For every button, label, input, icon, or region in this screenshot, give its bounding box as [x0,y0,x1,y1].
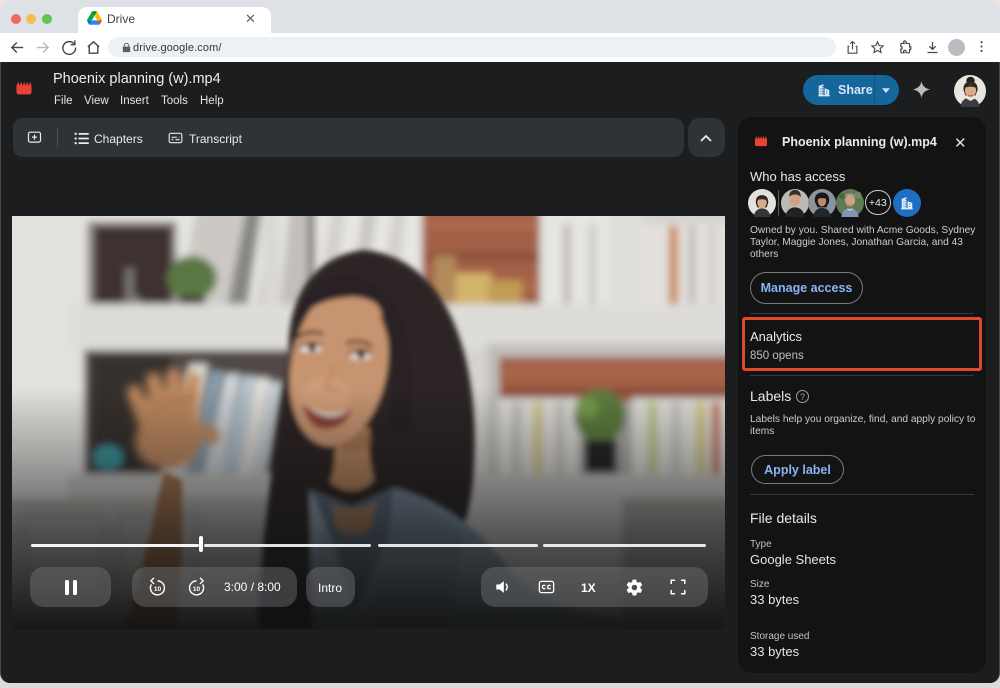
svg-text:10: 10 [193,586,201,593]
svg-text:10: 10 [154,586,162,593]
